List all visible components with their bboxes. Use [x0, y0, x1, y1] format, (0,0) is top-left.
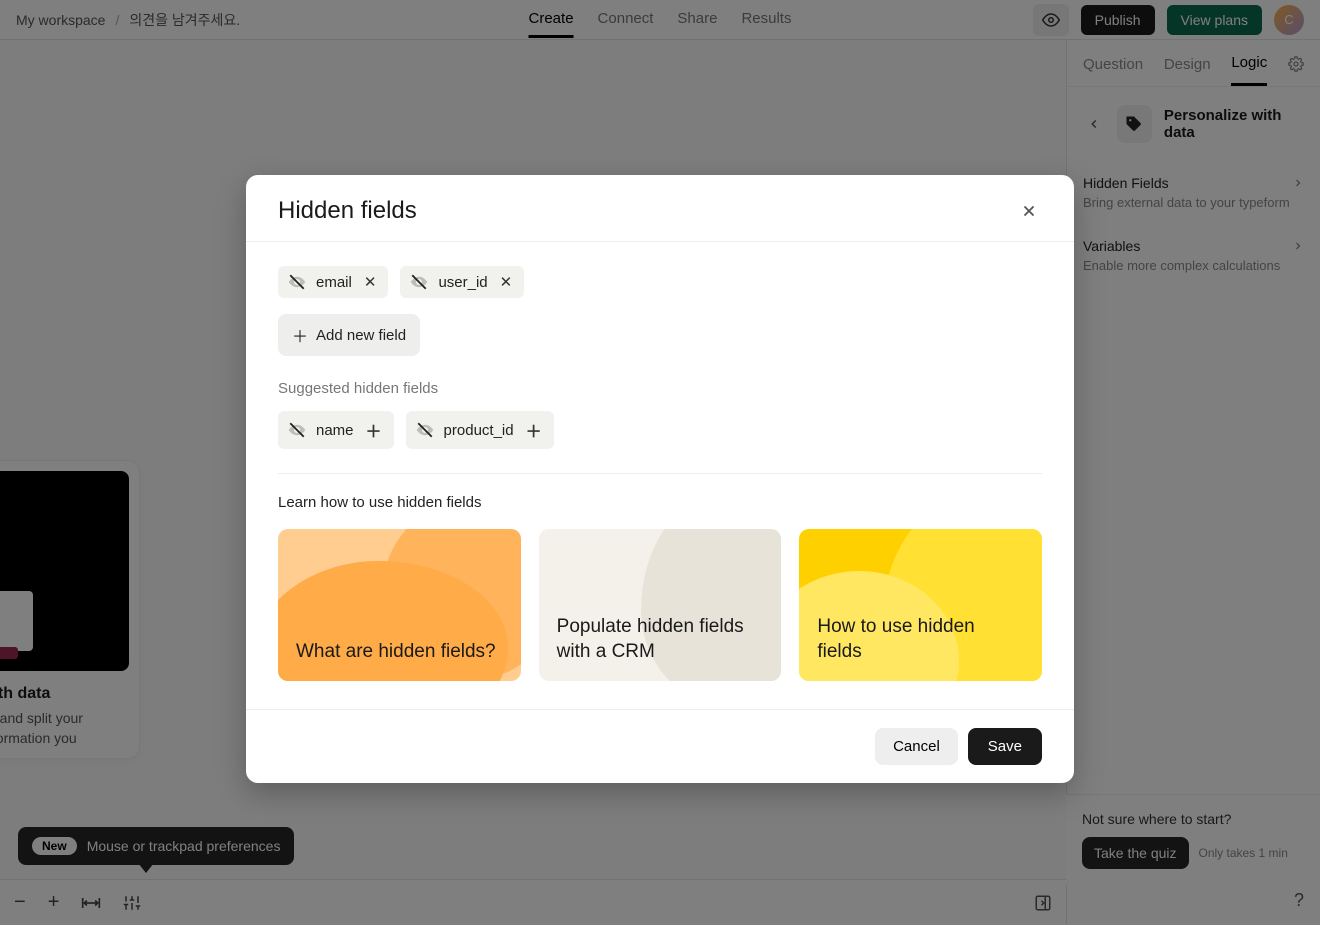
add-suggested-button[interactable]: ＋ [524, 418, 544, 442]
learn-card-what-are[interactable]: What are hidden fields? [278, 529, 521, 681]
save-button[interactable]: Save [968, 728, 1042, 765]
cancel-button[interactable]: Cancel [875, 728, 958, 765]
eye-off-icon [416, 421, 434, 439]
learn-card-title: What are hidden fields? [296, 639, 496, 665]
suggested-chip-label: name [316, 422, 354, 439]
eye-off-icon [288, 273, 306, 291]
learn-cards-row: What are hidden fields? Populate hidden … [278, 529, 1042, 681]
field-chip-user-id: user_id ✕ [400, 266, 524, 298]
suggested-chip-name: name ＋ [278, 411, 394, 449]
hidden-fields-modal: Hidden fields email ✕ user_id [246, 175, 1074, 783]
modal-overlay[interactable]: Hidden fields email ✕ user_id [0, 0, 1320, 925]
learn-card-title: How to use hidden fields [817, 614, 1024, 665]
suggested-fields-row: name ＋ product_id ＋ [278, 411, 1042, 449]
eye-off-icon [410, 273, 428, 291]
field-chip-email: email ✕ [278, 266, 388, 298]
field-chip-label: email [316, 274, 352, 291]
suggested-chip-label: product_id [444, 422, 514, 439]
field-chip-label: user_id [438, 274, 487, 291]
learn-card-crm[interactable]: Populate hidden fields with a CRM [539, 529, 782, 681]
close-icon [1020, 202, 1038, 220]
suggested-label: Suggested hidden fields [278, 380, 1042, 397]
modal-footer: Cancel Save [246, 709, 1074, 783]
add-new-field-button[interactable]: ＋ Add new field [278, 314, 420, 356]
learn-card-how-to[interactable]: How to use hidden fields [799, 529, 1042, 681]
plus-icon: ＋ [292, 323, 308, 347]
learn-label: Learn how to use hidden fields [278, 494, 1042, 511]
modal-title: Hidden fields [278, 197, 417, 225]
suggested-chip-product-id: product_id ＋ [406, 411, 554, 449]
remove-field-button[interactable]: ✕ [498, 273, 515, 291]
add-suggested-button[interactable]: ＋ [364, 418, 384, 442]
eye-off-icon [288, 421, 306, 439]
modal-close-button[interactable] [1016, 198, 1042, 224]
active-fields-row: email ✕ user_id ✕ [278, 266, 1042, 298]
learn-card-title: Populate hidden fields with a CRM [557, 614, 764, 665]
add-new-field-label: Add new field [316, 327, 406, 344]
divider [278, 473, 1042, 474]
remove-field-button[interactable]: ✕ [362, 273, 379, 291]
